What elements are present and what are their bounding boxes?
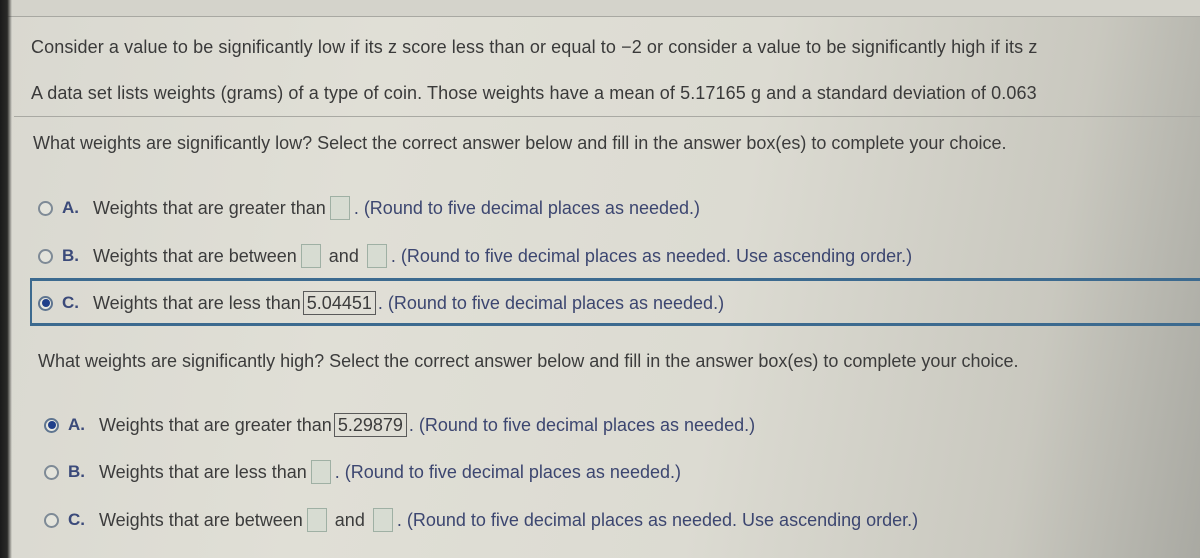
high-option-a-text: Weights that are greater than bbox=[99, 414, 332, 435]
high-option-c[interactable]: C. Weights that are between and . (Round… bbox=[44, 508, 918, 532]
intro-divider bbox=[14, 116, 1200, 117]
low-option-b-text: Weights that are between bbox=[93, 245, 297, 266]
high-option-b-hint: . (Round to five decimal places as neede… bbox=[334, 461, 681, 482]
high-option-a-hint: . (Round to five decimal places as neede… bbox=[408, 414, 756, 435]
top-strip bbox=[0, 0, 1200, 17]
high-option-b-text: Weights that are less than bbox=[99, 461, 307, 482]
high-option-c-answer-box-1[interactable] bbox=[306, 508, 327, 532]
low-option-b-radio[interactable] bbox=[38, 248, 53, 264]
high-option-a-letter: A. bbox=[68, 415, 85, 434]
low-option-c-letter: C. bbox=[62, 293, 79, 312]
high-option-b-letter: B. bbox=[68, 462, 85, 481]
low-option-a-hint: . (Round to five decimal places as neede… bbox=[353, 197, 701, 218]
low-option-a-answer-box[interactable] bbox=[329, 196, 350, 220]
low-option-c-answer-box[interactable]: 5.04451 bbox=[302, 291, 376, 315]
low-option-c-hint: . (Round to five decimal places as neede… bbox=[377, 292, 725, 313]
high-option-b-answer-box[interactable] bbox=[310, 460, 331, 484]
high-option-c-text: Weights that are between bbox=[99, 509, 303, 530]
low-option-a[interactable]: A. Weights that are greater than . (Roun… bbox=[38, 196, 700, 220]
high-option-c-and: and bbox=[334, 509, 365, 530]
low-option-c-text: Weights that are less than bbox=[93, 292, 301, 313]
low-option-a-text: Weights that are greater than bbox=[93, 197, 326, 218]
low-option-b-letter: B. bbox=[62, 246, 79, 265]
high-option-c-radio[interactable] bbox=[44, 512, 59, 528]
low-question-prompt: What weights are significantly low? Sele… bbox=[33, 133, 1007, 153]
high-option-b-radio[interactable] bbox=[44, 464, 59, 480]
low-option-a-radio[interactable] bbox=[38, 200, 53, 216]
screen-bezel bbox=[0, 0, 12, 558]
high-option-c-hint: . (Round to five decimal places as neede… bbox=[396, 509, 919, 530]
low-option-b-hint: . (Round to five decimal places as neede… bbox=[390, 245, 913, 266]
low-option-a-letter: A. bbox=[62, 198, 79, 217]
high-option-c-letter: C. bbox=[68, 510, 85, 529]
high-option-c-answer-box-2[interactable] bbox=[372, 508, 393, 532]
intro-line-1: Consider a value to be significantly low… bbox=[31, 37, 1038, 57]
low-option-b-answer-box-2[interactable] bbox=[366, 244, 387, 268]
low-option-b[interactable]: B. Weights that are between and . (Round… bbox=[38, 244, 912, 268]
high-option-a-radio[interactable] bbox=[44, 417, 59, 433]
low-option-b-and: and bbox=[328, 245, 359, 266]
low-option-b-answer-box-1[interactable] bbox=[300, 244, 321, 268]
intro-line-2: A data set lists weights (grams) of a ty… bbox=[31, 83, 1037, 103]
high-option-a[interactable]: A. Weights that are greater than 5.29879… bbox=[44, 413, 755, 437]
high-option-a-answer-box[interactable]: 5.29879 bbox=[333, 413, 407, 437]
high-option-b[interactable]: B. Weights that are less than . (Round t… bbox=[44, 460, 681, 484]
low-option-c-radio[interactable] bbox=[38, 295, 53, 311]
high-question-prompt: What weights are significantly high? Sel… bbox=[38, 351, 1019, 371]
low-option-c[interactable]: C. Weights that are less than 5.04451 . … bbox=[38, 291, 724, 315]
